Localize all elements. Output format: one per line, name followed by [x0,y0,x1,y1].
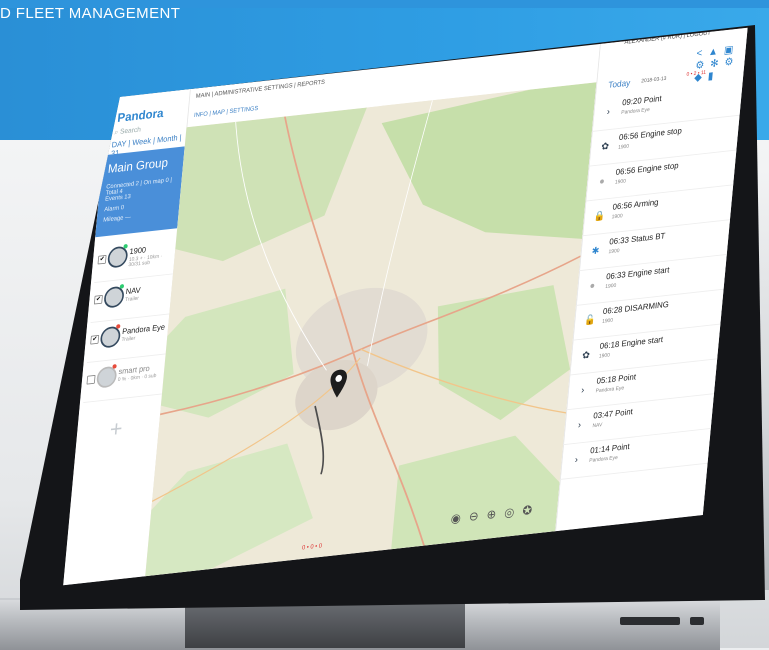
status-dot [116,323,121,329]
device-item[interactable]: smart pro 0 % · 0km · 0 sub [83,355,166,404]
event-title: 06:28 DISARMING [602,299,670,317]
bluetooth-icon: ✱ [591,245,600,257]
banner-headline: D FLEET MANAGEMENT [0,5,181,22]
map-pin-icon[interactable] [328,368,349,400]
engine-icon: ✿ [581,349,591,362]
event-title: 05:18 Point [596,372,637,387]
event-device: 1900 [598,352,611,360]
event-device: 1900 [617,144,630,151]
sub-navigation[interactable]: INFO | MAP | SETTINGS [194,106,259,119]
event-device: 1900 [611,213,623,221]
group-title: Main Group [107,155,169,176]
event-title: 03:47 Point [592,407,634,422]
device-name: Pandora Eye [121,322,166,336]
add-device-button[interactable]: + [109,415,124,443]
point-icon: › [580,384,585,396]
map-view[interactable]: ◉ ⊖ ⊕ ◎ ✪ 0 • 0 • 0 [145,82,597,577]
engine-start-icon: ● [589,280,596,292]
engine-stop-icon: ● [598,176,606,188]
point-icon: › [606,106,611,118]
laptop-port-slot [620,617,680,625]
point-icon: › [577,419,582,431]
tab-week[interactable]: Week [132,136,152,147]
device-avatar [95,365,118,389]
event-title: 06:33 Status BT [608,231,666,248]
event-title: 06:56 Arming [612,197,659,213]
event-device: Pandora Eye [621,107,650,116]
event-device: 1900 [608,248,620,255]
engine-icon: ✿ [600,141,610,153]
lock-icon: 🔒 [593,210,606,223]
app-logo: Pandora [116,105,165,125]
event-title: 09:20 Point [621,94,663,108]
device-name: NAV [125,285,141,296]
group-stat-connected: Connected 2 | On map 0 | Total 4 [105,177,173,197]
event-device: Pandora Eye [595,385,625,395]
point-icon: › [574,454,579,466]
event-title: 01:14 Point [589,442,631,456]
device-checkbox[interactable]: ✔ [93,294,103,305]
status-dot [123,243,128,249]
group-stat-alarm: Alarm 0 [103,204,125,213]
event-device: 1900 [614,178,627,186]
laptop-port-usb [690,617,704,625]
event-title: 06:33 Engine start [605,265,670,282]
search-input[interactable]: ⌕ Search [114,125,141,137]
status-dot [119,283,125,289]
main-group-card[interactable]: Main Group Connected 2 | On map 0 | Tota… [95,146,185,238]
search-placeholder: Search [119,125,142,136]
group-stat-events: Events 13 [104,193,131,203]
toolbar-icons[interactable]: < ▲ ▣ ⚙ ✻ ⚙ ◆ ▮ [694,42,747,84]
device-checkbox[interactable]: ✔ [97,254,107,265]
tab-month[interactable]: Month [157,133,178,144]
device-avatar [103,285,125,309]
group-stat-mileage: Mileage — [102,214,131,224]
status-dot [112,364,117,369]
device-name: 1900 [129,245,147,256]
device-avatar [99,325,122,349]
device-stats: Trailer [124,296,140,303]
event-device: NAV [592,422,603,429]
event-device: Pandora Eye [589,455,618,464]
event-title: 06:56 Engine stop [618,126,683,143]
device-checkbox[interactable] [86,374,96,385]
device-avatar [106,245,129,269]
laptop-screen: Pandora ⌕ Search DAY | Week | Month | 31… [63,27,748,586]
event-title: 06:18 Engine start [599,335,664,352]
event-device: 1900 [605,283,617,290]
event-title: 06:56 Engine stop [615,161,680,178]
device-checkbox[interactable]: ✔ [90,334,100,345]
event-device: 1900 [601,318,614,325]
unlock-icon: 🔓 [583,314,596,327]
device-stats: Trailer [121,336,136,343]
